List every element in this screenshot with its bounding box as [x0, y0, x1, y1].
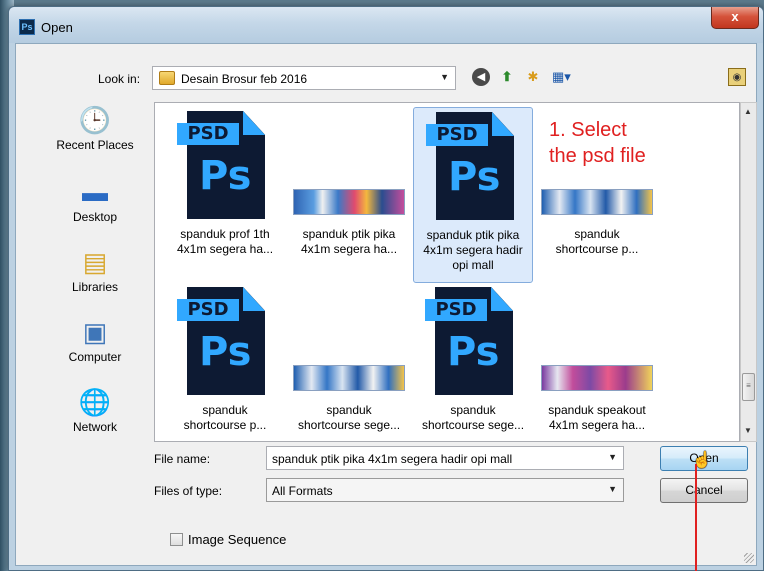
- views-menu-icon[interactable]: ▦▾: [552, 68, 571, 86]
- desktop-icon: ▬: [82, 177, 108, 207]
- ps-glyph: Ps: [199, 153, 252, 199]
- file-item-selected[interactable]: PSD Ps spanduk ptik pika 4x1m segera hadi…: [413, 107, 533, 283]
- image-sequence-label: Image Sequence: [188, 532, 287, 547]
- file-name-label: spanduk ptik pika 4x1m segera ha...: [300, 227, 398, 256]
- banner-thumbnail: [293, 365, 405, 391]
- file-item[interactable]: spanduk speakout 4x1m segera ha...: [537, 283, 657, 441]
- look-in-dropdown[interactable]: Desain Brosur feb 2016 ▼: [152, 66, 456, 90]
- network-icon: 🌐: [78, 387, 112, 417]
- place-label: Libraries: [71, 280, 119, 294]
- place-desktop[interactable]: ▬ Desktop: [40, 176, 150, 238]
- ps-glyph: Ps: [448, 154, 501, 200]
- place-computer[interactable]: ▣ Computer: [40, 316, 150, 378]
- file-item[interactable]: spanduk ptik pika 4x1m segera ha...: [289, 107, 409, 283]
- dialog-title: Open: [41, 20, 73, 35]
- file-item[interactable]: spanduk shortcourse sege...: [289, 283, 409, 441]
- chevron-down-icon[interactable]: ▼: [440, 72, 449, 82]
- scroll-down-icon[interactable]: ▼: [744, 426, 752, 435]
- image-sequence-checkbox[interactable]: [170, 533, 183, 546]
- places-bar: 🕒 Recent Places ▬ Desktop ▤ Libraries ▣ …: [40, 104, 150, 444]
- annotation-pointer-line: [695, 464, 697, 571]
- file-name-label: spanduk shortcourse p...: [183, 403, 267, 432]
- close-button[interactable]: x: [711, 7, 759, 29]
- file-name-value: spanduk ptik pika 4x1m segera hadir opi …: [272, 452, 513, 466]
- look-in-value: Desain Brosur feb 2016: [181, 72, 308, 86]
- back-icon[interactable]: ◀: [472, 68, 490, 86]
- psd-file-icon: PSD Ps: [177, 111, 273, 221]
- place-label: Recent Places: [56, 138, 134, 152]
- psd-badge: PSD: [425, 299, 487, 321]
- chevron-down-icon[interactable]: ▼: [608, 452, 617, 462]
- file-name-label: spanduk speakout 4x1m segera ha...: [548, 403, 646, 432]
- file-name-input[interactable]: spanduk ptik pika 4x1m segera hadir opi …: [266, 446, 624, 470]
- up-folder-icon[interactable]: ⬆: [498, 68, 516, 86]
- computer-icon: ▣: [82, 317, 108, 347]
- chevron-down-icon[interactable]: ▼: [608, 484, 617, 494]
- libraries-icon: ▤: [82, 247, 108, 277]
- psd-badge: PSD: [177, 299, 239, 321]
- folder-options-icon[interactable]: ◉: [728, 68, 746, 86]
- place-libraries[interactable]: ▤ Libraries: [40, 246, 150, 308]
- ps-glyph: Ps: [447, 329, 500, 375]
- psd-file-icon: PSD Ps: [177, 287, 273, 397]
- psd-file-icon: PSD Ps: [426, 112, 522, 222]
- open-dialog: Ps Open x Look in: Desain Brosur feb 201…: [8, 6, 764, 571]
- file-item[interactable]: PSD Ps spanduk prof 1th 4x1m segera ha...: [165, 107, 285, 283]
- file-name-label: File name:: [154, 452, 211, 466]
- banner-thumbnail: [293, 189, 405, 215]
- file-item[interactable]: PSD Ps spanduk shortcourse p...: [165, 283, 285, 441]
- cancel-button[interactable]: Cancel: [660, 478, 748, 503]
- scroll-up-icon[interactable]: ▲: [744, 107, 752, 116]
- file-name-label: spanduk ptik pika 4x1m segera hadir opi ma…: [423, 228, 523, 272]
- file-name-label: spanduk shortcourse sege...: [421, 403, 525, 432]
- psd-badge: PSD: [177, 123, 239, 145]
- place-label: Computer: [68, 350, 122, 364]
- files-of-type-value: All Formats: [272, 484, 333, 498]
- new-folder-icon[interactable]: ✱: [524, 68, 542, 86]
- scroll-thumb[interactable]: ≡: [742, 373, 755, 401]
- psd-file-icon: PSD Ps: [425, 287, 521, 397]
- place-label: Network: [72, 420, 117, 434]
- photoshop-app-icon: Ps: [19, 19, 35, 35]
- look-in-label: Look in:: [98, 72, 141, 86]
- file-name-label: spanduk shortcourse sege...: [297, 403, 401, 432]
- recent-places-icon: 🕒: [78, 105, 112, 135]
- vertical-scrollbar[interactable]: ▲ ≡ ▼: [740, 102, 757, 442]
- banner-thumbnail: [541, 189, 653, 215]
- file-list[interactable]: PSD Ps spanduk prof 1th 4x1m segera ha...…: [154, 102, 740, 442]
- dialog-client-area: Look in: Desain Brosur feb 2016 ▼ ◀ ⬆ ✱ …: [15, 43, 757, 571]
- resize-grip-icon[interactable]: [744, 553, 754, 563]
- place-label: Desktop: [72, 210, 118, 224]
- file-name-label: spanduk prof 1th 4x1m segera ha...: [176, 227, 274, 256]
- title-bar[interactable]: Ps Open x: [9, 7, 763, 43]
- place-network[interactable]: 🌐 Network: [40, 386, 150, 448]
- place-recent-places[interactable]: 🕒 Recent Places: [40, 104, 150, 166]
- annotation-select-psd: 1. Select the psd file: [549, 119, 646, 167]
- files-of-type-label: Files of type:: [154, 484, 223, 498]
- psd-badge: PSD: [426, 124, 488, 146]
- files-of-type-dropdown[interactable]: All Formats ▼: [266, 478, 624, 502]
- ps-glyph: Ps: [199, 329, 252, 375]
- file-item[interactable]: PSD Ps spanduk shortcourse sege...: [413, 283, 533, 441]
- folder-icon: [159, 71, 175, 85]
- file-name-label: spanduk shortcourse p...: [555, 227, 639, 256]
- banner-thumbnail: [541, 365, 653, 391]
